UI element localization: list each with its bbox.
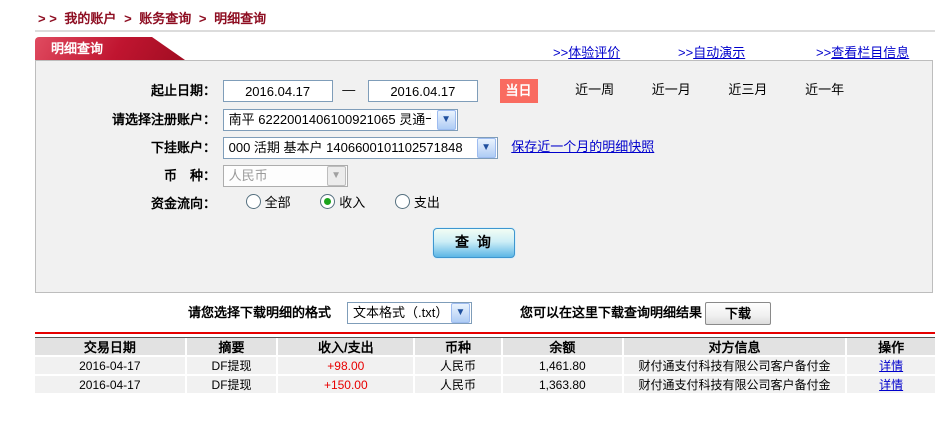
- date-range-label: 起止日期：: [150, 83, 216, 98]
- header-counterparty: 对方信息: [623, 338, 846, 355]
- header-currency: 币种: [415, 338, 501, 355]
- header-date: 交易日期: [35, 338, 185, 355]
- query-button[interactable]: 查 询: [433, 228, 515, 258]
- cell-date: 2016-04-17: [35, 376, 185, 393]
- quick-range-today[interactable]: 当日: [499, 79, 538, 103]
- cell-summary: DF提现: [186, 357, 277, 374]
- header-amount: 收入/支出: [278, 338, 414, 355]
- breadcrumb-separator: >: [198, 11, 207, 26]
- flow-direction-label: 资金流向：: [150, 195, 216, 211]
- register-account-select[interactable]: 南平 6222001406100921065 灵通卡 ▼: [222, 108, 458, 131]
- breadcrumb: > > 我的账户 > 账务查询 > 明细查询: [38, 8, 270, 27]
- date-range-row: 起止日期： — 当日 近一周 近一月 近三月 近一年: [36, 79, 932, 103]
- register-account-row: 请选择注册账户： 南平 6222001406100921065 灵通卡 ▼: [36, 108, 932, 132]
- cell-currency: 人民币: [415, 357, 501, 374]
- header-summary: 摘要: [186, 338, 277, 355]
- link-auto-demo[interactable]: >>自动演示: [678, 42, 745, 61]
- download-format-label: 请您选择下载明细的格式: [188, 305, 332, 320]
- breadcrumb-item-account-query[interactable]: 账务查询: [139, 11, 191, 26]
- quick-range-quarter[interactable]: 近三月: [728, 82, 767, 97]
- date-to-input[interactable]: [367, 80, 478, 102]
- quick-range-year[interactable]: 近一年: [805, 82, 844, 97]
- flow-option-expense[interactable]: 支出: [394, 194, 440, 210]
- sub-account-row: 下挂账户： 000 活期 基本户 1406600101102571848 ▼ 保…: [36, 136, 932, 160]
- currency-select: 人民币 ▼: [222, 164, 348, 187]
- sub-account-select[interactable]: 000 活期 基本户 1406600101102571848 ▼: [222, 136, 498, 159]
- header-action: 操作: [847, 338, 935, 355]
- cell-date: 2016-04-17: [35, 357, 185, 374]
- flow-option-income[interactable]: 收入: [320, 194, 365, 210]
- chevron-down-icon: ▼: [436, 109, 456, 130]
- flow-direction-row: 资金流向： 全部 收入 支出: [36, 192, 932, 216]
- chevron-down-icon: ▼: [326, 165, 346, 186]
- transactions-table: 交易日期 摘要 收入/支出 币种 余额 对方信息 操作 2016-04-17 D…: [35, 337, 935, 393]
- save-snapshot-link[interactable]: 保存近一个月的明细快照: [511, 139, 654, 154]
- breadcrumb-item-detail-query[interactable]: 明细查询: [214, 11, 266, 26]
- date-from-input[interactable]: [222, 80, 333, 102]
- download-result-label: 您可以在这里下载查询明细结果: [520, 305, 703, 320]
- header-balance: 余额: [502, 338, 622, 355]
- table-row: 2016-04-17 DF提现 +98.00 人民币 1,461.80 财付通支…: [35, 357, 935, 374]
- cell-balance: 1,363.80: [502, 376, 622, 393]
- quick-range-month[interactable]: 近一月: [652, 82, 691, 97]
- query-form-panel: 起止日期： — 当日 近一周 近一月 近三月 近一年 请选择注册账户： 南平 6…: [35, 60, 933, 293]
- flow-option-all[interactable]: 全部: [245, 194, 291, 210]
- link-view-column-info[interactable]: >>查看栏目信息: [816, 42, 909, 61]
- download-row: 请您选择下载明细的格式 文本格式（.txt） ▼ 您可以在这里下载查询明细结果 …: [0, 302, 941, 326]
- red-divider: [35, 332, 935, 334]
- detail-link[interactable]: 详情: [879, 357, 903, 374]
- link-experience-review[interactable]: >>体验评价: [553, 42, 620, 61]
- date-range-dash: —: [342, 82, 356, 98]
- cell-counterparty: 财付通支付科技有限公司客户备付金: [623, 376, 846, 393]
- table-row: 2016-04-17 DF提现 +150.00 人民币 1,363.80 财付通…: [35, 376, 935, 393]
- table-header-row: 交易日期 摘要 收入/支出 币种 余额 对方信息 操作: [35, 338, 935, 355]
- detail-link[interactable]: 详情: [879, 376, 903, 393]
- cell-amount: +150.00: [278, 376, 414, 393]
- breadcrumb-item-my-account[interactable]: 我的账户: [64, 11, 116, 26]
- quick-range-week[interactable]: 近一周: [575, 82, 614, 97]
- breadcrumb-prefix: > >: [38, 11, 57, 26]
- currency-row: 币 种： 人民币 ▼: [36, 164, 932, 188]
- page-title-tab: 明细查询: [35, 37, 185, 60]
- breadcrumb-divider: [35, 30, 935, 32]
- register-account-label: 请选择注册账户：: [111, 111, 216, 127]
- cell-summary: DF提现: [186, 376, 277, 393]
- download-format-select[interactable]: 文本格式（.txt） ▼: [347, 302, 472, 324]
- cell-currency: 人民币: [415, 376, 501, 393]
- chevron-down-icon: ▼: [451, 303, 470, 323]
- radio-selected-icon[interactable]: [320, 194, 336, 209]
- breadcrumb-separator: >: [124, 11, 132, 26]
- radio-unselected-icon[interactable]: [394, 194, 410, 209]
- chevron-down-icon: ▼: [476, 137, 496, 158]
- sub-account-label: 下挂账户：: [150, 139, 216, 155]
- download-button[interactable]: 下载: [705, 302, 771, 325]
- radio-unselected-icon[interactable]: [245, 194, 261, 209]
- cell-balance: 1,461.80: [502, 357, 622, 374]
- currency-label: 币 种：: [163, 167, 216, 183]
- cell-counterparty: 财付通支付科技有限公司客户备付金: [623, 357, 846, 374]
- cell-amount: +98.00: [278, 357, 414, 374]
